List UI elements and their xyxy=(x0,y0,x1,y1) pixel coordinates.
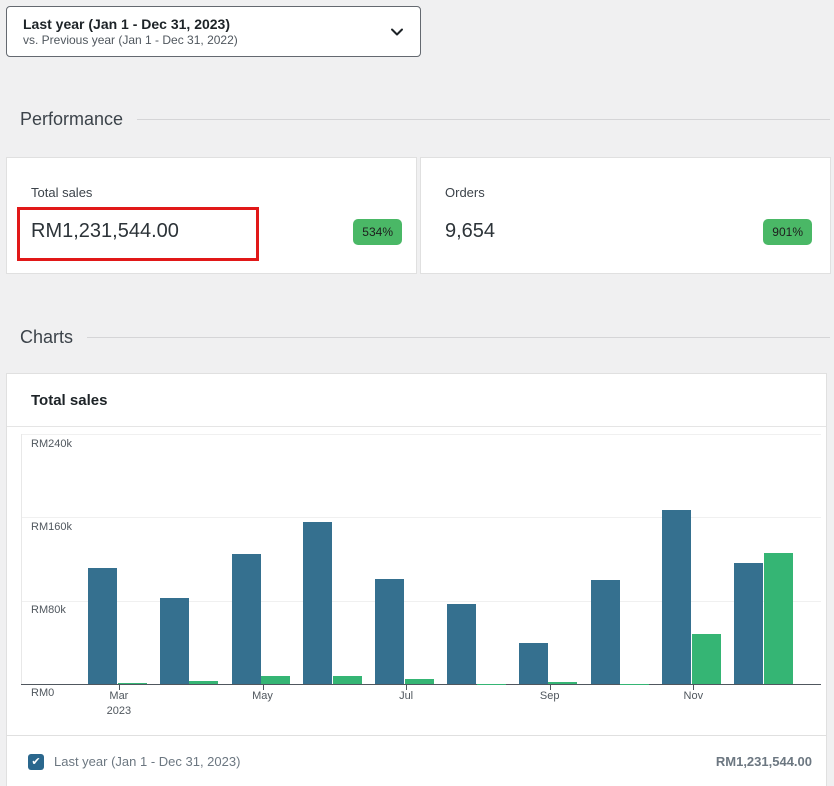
x-tick-label: May xyxy=(233,689,293,704)
bar-current-dec[interactable] xyxy=(734,563,763,684)
bar-previous-sep[interactable] xyxy=(548,682,577,684)
chart-legend-row[interactable]: ✔ Last year (Jan 1 - Dec 31, 2023) RM1,2… xyxy=(7,735,826,786)
bar-previous-dec[interactable] xyxy=(764,553,793,684)
chevron-down-icon xyxy=(388,23,406,41)
bar-current-may[interactable] xyxy=(232,554,261,684)
x-tick-label: Nov xyxy=(663,689,723,704)
total-sales-value: RM1,231,544.00 xyxy=(31,218,179,244)
y-tick-label: RM0 xyxy=(31,687,54,699)
orders-value: 9,654 xyxy=(445,218,495,244)
bar-previous-jul[interactable] xyxy=(405,679,434,684)
legend-label: Last year (Jan 1 - Dec 31, 2023) xyxy=(54,754,240,769)
bar-current-sep[interactable] xyxy=(519,643,548,684)
analytics-page: Last year (Jan 1 - Dec 31, 2023) vs. Pre… xyxy=(0,0,834,786)
performance-heading-divider xyxy=(137,119,830,120)
bar-current-oct[interactable] xyxy=(591,580,620,684)
chart-card-header: Total sales xyxy=(7,374,826,427)
total-sales-card: Total sales RM1,231,544.00 534% xyxy=(6,157,417,274)
bar-current-jul[interactable] xyxy=(375,579,404,684)
date-range-secondary: vs. Previous year (Jan 1 - Dec 31, 2022) xyxy=(23,33,388,48)
charts-heading: Charts xyxy=(20,327,73,348)
legend-checkbox-checked[interactable]: ✔ xyxy=(28,754,44,770)
y-axis-line xyxy=(21,434,22,684)
bar-previous-nov[interactable] xyxy=(692,634,721,684)
gridline-80k xyxy=(21,601,821,602)
bar-previous-apr[interactable] xyxy=(189,681,218,684)
charts-section-header: Charts xyxy=(20,327,830,348)
total-sales-change-badge: 534% xyxy=(353,219,402,245)
bar-previous-may[interactable] xyxy=(261,676,290,684)
gridline-240k xyxy=(21,434,821,435)
total-sales-label: Total sales xyxy=(31,185,92,200)
y-tick-label: RM80k xyxy=(31,604,66,616)
performance-heading: Performance xyxy=(20,109,123,130)
x-tick-label: Mar2023 xyxy=(89,689,149,719)
performance-section-header: Performance xyxy=(20,109,830,130)
bar-current-jun[interactable] xyxy=(303,522,332,685)
legend-total-value: RM1,231,544.00 xyxy=(716,754,812,769)
orders-label: Orders xyxy=(445,185,485,200)
bar-current-aug[interactable] xyxy=(447,604,476,684)
x-tick-label: Sep xyxy=(520,689,580,704)
orders-change-badge: 901% xyxy=(763,219,812,245)
chart-title: Total sales xyxy=(31,392,107,409)
total-sales-chart-card: Total sales RM240k RM160k RM80k RM0 Mar2023 M… xyxy=(6,373,827,786)
x-axis-line xyxy=(21,684,821,685)
y-tick-label: RM240k xyxy=(31,438,72,450)
plot-area: RM240k RM160k RM80k RM0 Mar2023 May Jul Sep Nov xyxy=(7,427,826,735)
date-range-selector[interactable]: Last year (Jan 1 - Dec 31, 2023) vs. Pre… xyxy=(6,6,421,57)
bar-current-apr[interactable] xyxy=(160,598,189,684)
gridline-160k xyxy=(21,517,821,518)
date-range-primary: Last year (Jan 1 - Dec 31, 2023) xyxy=(23,16,388,33)
y-tick-label: RM160k xyxy=(31,521,72,533)
bar-previous-mar[interactable] xyxy=(118,683,147,684)
bar-current-nov[interactable] xyxy=(662,510,691,684)
date-range-text: Last year (Jan 1 - Dec 31, 2023) vs. Pre… xyxy=(23,16,388,48)
bar-current-mar[interactable] xyxy=(88,568,117,684)
bar-previous-jun[interactable] xyxy=(333,676,362,684)
performance-cards-row: Total sales RM1,231,544.00 534% Orders 9… xyxy=(6,157,834,274)
charts-heading-divider xyxy=(87,337,830,338)
orders-card: Orders 9,654 901% xyxy=(420,157,831,274)
x-tick-label: Jul xyxy=(376,689,436,704)
